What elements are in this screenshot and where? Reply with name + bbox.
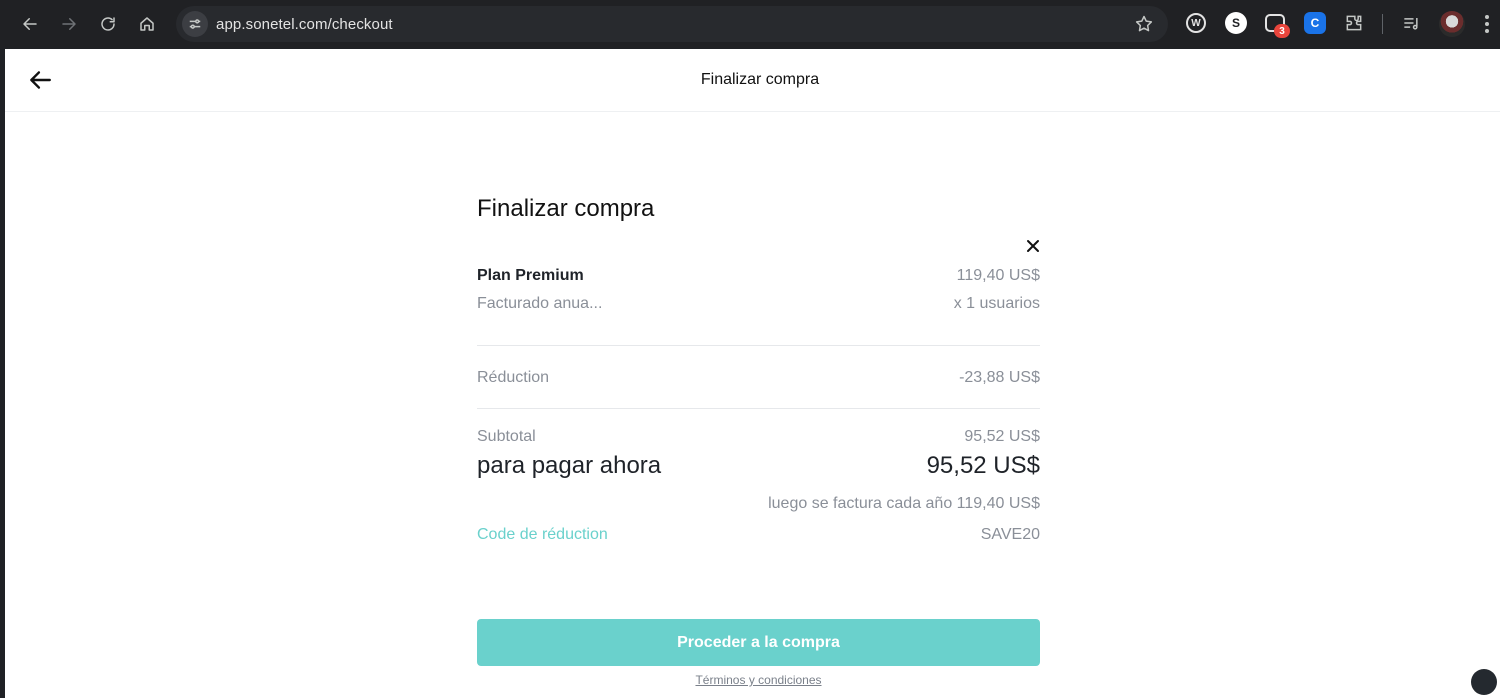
plan-row: Plan Premium 119,40 US$ — [477, 267, 1040, 285]
plan-name: Plan Premium — [477, 267, 584, 284]
discount-label: Réduction — [477, 369, 550, 386]
browser-toolbar: app.sonetel.com/checkout W S 3 C — [0, 0, 1500, 48]
menu-icon[interactable] — [1480, 12, 1494, 36]
toolbar-separator — [1382, 14, 1383, 34]
close-icon[interactable] — [1025, 238, 1041, 254]
extension-w-icon[interactable]: W — [1186, 13, 1206, 33]
renewal-row: luego se factura cada año 119,40 US$ — [477, 495, 1040, 513]
subtotal-row: Subtotal 95,52 US$ — [477, 428, 1040, 446]
pay-now-label: para pagar ahora — [477, 452, 662, 479]
plan-detail-row: Facturado anua... x 1 usuarios — [477, 295, 1040, 313]
home-icon[interactable] — [133, 10, 161, 38]
media-controls-icon[interactable] — [1400, 12, 1422, 34]
app-header: Finalizar compra — [5, 49, 1500, 112]
renewal-note: luego se factura cada año 119,40 US$ — [768, 495, 1040, 512]
bookmark-star-icon[interactable] — [1134, 14, 1154, 34]
chat-widget-button[interactable] — [1471, 669, 1497, 695]
reload-icon[interactable] — [94, 10, 122, 38]
divider — [477, 345, 1040, 346]
forward-icon[interactable] — [55, 10, 83, 38]
address-bar[interactable]: app.sonetel.com/checkout — [176, 6, 1168, 42]
extension-s-icon[interactable]: S — [1225, 12, 1247, 34]
subtotal-value: 95,52 US$ — [964, 428, 1040, 445]
site-info-icon[interactable] — [182, 11, 208, 37]
pay-now-row: para pagar ahora 95,52 US$ — [477, 452, 1040, 480]
promo-code-value: SAVE20 — [980, 526, 1040, 543]
checkout-page: Finalizar compra Finalizar compra Plan P… — [5, 49, 1500, 698]
extension-c-icon[interactable]: C — [1304, 12, 1326, 34]
user-quantity: x 1 usuarios — [953, 295, 1040, 312]
checkout-title: Finalizar compra — [477, 195, 655, 222]
terms-link[interactable]: Términos y condiciones — [477, 673, 1040, 687]
plan-price: 119,40 US$ — [956, 267, 1040, 284]
promo-row: Code de réduction SAVE20 — [477, 526, 1040, 544]
profile-avatar[interactable] — [1439, 11, 1465, 37]
extension-badge: 3 — [1274, 24, 1290, 38]
discount-row: Réduction -23,88 US$ — [477, 369, 1040, 387]
subtotal-label: Subtotal — [477, 428, 536, 445]
discount-value: -23,88 US$ — [959, 369, 1040, 386]
promo-code-link[interactable]: Code de réduction — [477, 526, 608, 544]
pay-now-amount: 95,52 US$ — [926, 452, 1040, 479]
billing-period[interactable]: Facturado anua... — [477, 295, 602, 313]
header-title: Finalizar compra — [700, 71, 820, 88]
proceed-to-purchase-button[interactable]: Proceder a la compra — [477, 619, 1040, 666]
url-text[interactable]: app.sonetel.com/checkout — [216, 16, 393, 33]
divider — [477, 408, 1040, 409]
extensions-icon[interactable] — [1343, 12, 1365, 34]
back-icon[interactable] — [16, 10, 44, 38]
